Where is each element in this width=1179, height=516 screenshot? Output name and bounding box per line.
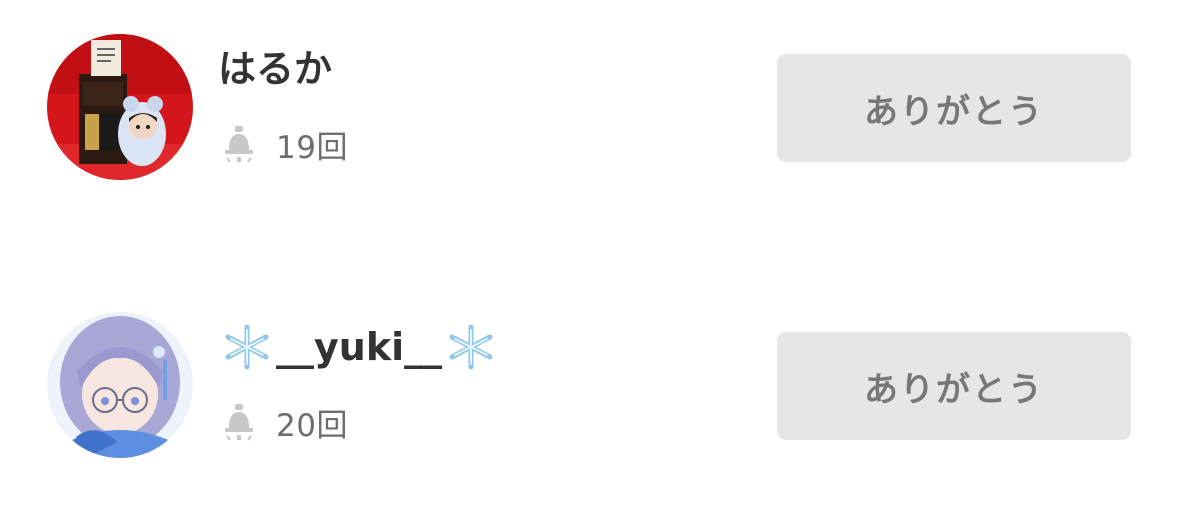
- user-row-haruka: はるか 19回 ありがとう: [0, 34, 1179, 184]
- bell-icon: [225, 404, 253, 441]
- avatar[interactable]: [47, 312, 193, 458]
- user-row-yuki: __yuki__ 20回 ありがとう: [0, 312, 1179, 462]
- thanks-button[interactable]: ありがとう: [777, 54, 1131, 162]
- snowflake-icon: [446, 324, 496, 370]
- avatar[interactable]: [47, 34, 193, 180]
- user-name[interactable]: __yuki__: [218, 324, 500, 370]
- count-label: 20回: [276, 407, 348, 444]
- user-name[interactable]: はるか: [218, 46, 332, 92]
- count-label: 19回: [276, 129, 348, 166]
- bell-icon: [225, 126, 253, 163]
- reaction-count: 20回: [222, 402, 348, 444]
- user-name-text: __yuki__: [276, 325, 443, 369]
- snowflake-icon: [222, 324, 272, 370]
- thanks-button[interactable]: ありがとう: [777, 332, 1131, 440]
- reaction-count: 19回: [222, 124, 348, 166]
